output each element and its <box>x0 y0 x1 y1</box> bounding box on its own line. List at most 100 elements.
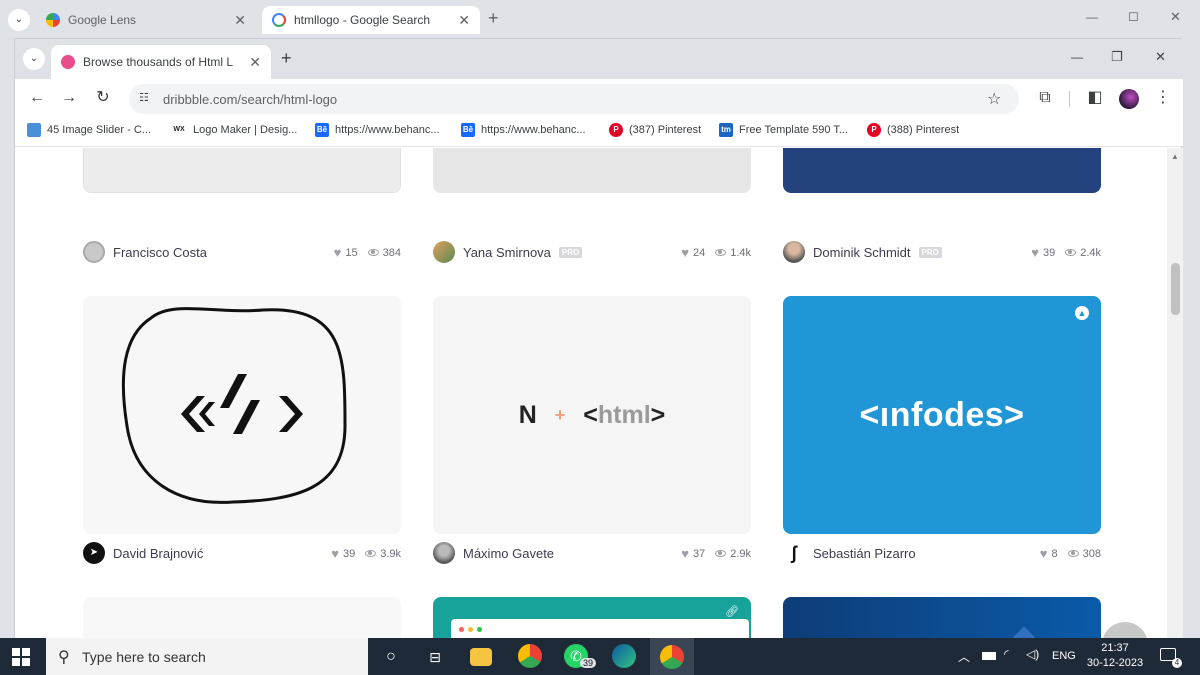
show-hidden-icons[interactable]: ︿ <box>958 648 970 665</box>
shot-thumbnail-browser-mockup[interactable]: 🔗︎ <box>433 597 751 639</box>
shot-thumbnail-code-logo[interactable] <box>83 296 401 534</box>
author-name[interactable]: Yana Smirnova <box>463 245 551 260</box>
shot-thumbnail[interactable] <box>83 597 401 639</box>
forward-icon[interactable]: → <box>57 86 81 110</box>
author-name[interactable]: Sebastián Pizarro <box>813 546 916 561</box>
behance-icon: Bē <box>461 123 475 137</box>
shot-thumbnail[interactable] <box>433 148 751 193</box>
bookmark-star-icon[interactable]: ☆ <box>987 89 1001 109</box>
avatar[interactable] <box>433 542 455 564</box>
bookmark-item[interactable]: P (387) Pinterest <box>609 123 701 137</box>
author-name[interactable]: David Brajnović <box>113 546 203 561</box>
active-app-highlight[interactable] <box>650 638 694 675</box>
avatar[interactable] <box>783 241 805 263</box>
volume-icon[interactable]: ◁) <box>1026 647 1039 661</box>
edge-icon[interactable] <box>612 644 636 668</box>
avatar[interactable] <box>433 241 455 263</box>
bookmark-item[interactable]: WX Logo Maker | Desig... <box>171 123 297 137</box>
close-icon[interactable]: ✕ <box>234 12 246 29</box>
language-indicator[interactable]: ENG <box>1052 650 1076 662</box>
mockup-dot <box>459 627 464 632</box>
avatar[interactable]: ➤ <box>83 542 105 564</box>
inner-tab-dribbble[interactable]: Browse thousands of Html Log ✕ <box>51 45 271 79</box>
network-icon[interactable]: ◜ <box>1004 647 1009 661</box>
shot-thumbnail[interactable] <box>783 148 1101 193</box>
notification-count: 4 <box>1172 658 1182 668</box>
outer-tab-title: htmllogo - Google Search <box>294 13 431 27</box>
author-name[interactable]: Francisco Costa <box>113 245 207 260</box>
author-name[interactable]: Dominik Schmidt <box>813 245 911 260</box>
outer-tab-google-lens[interactable]: Google Lens ✕ <box>36 6 256 34</box>
avatar[interactable]: ʃ <box>783 542 805 564</box>
extensions-icon[interactable]: ⧉ <box>1033 86 1057 110</box>
bookmark-label: Logo Maker | Desig... <box>193 124 298 136</box>
heart-icon[interactable]: ♥ <box>1031 245 1039 260</box>
bookmark-item[interactable]: Bē https://www.behanc... <box>315 123 440 137</box>
site-info-icon[interactable]: ☷ <box>139 91 149 104</box>
back-icon[interactable]: ← <box>25 86 49 110</box>
eye-icon <box>365 550 377 557</box>
windows-start-icon[interactable] <box>12 648 30 666</box>
heart-icon[interactable]: ♥ <box>1040 546 1048 561</box>
save-icon[interactable]: ▲ <box>1075 306 1089 320</box>
close-window-button[interactable]: ✕ <box>1155 49 1166 65</box>
scroll-to-top-button[interactable]: ↑ <box>1102 622 1148 639</box>
profile-avatar[interactable] <box>1119 89 1139 109</box>
file-explorer-icon[interactable] <box>470 648 492 666</box>
restore-button[interactable]: ❐ <box>1111 49 1123 65</box>
close-window-button[interactable]: ✕ <box>1170 9 1181 25</box>
mockup-dot <box>477 627 482 632</box>
page-scrollbar[interactable]: ▲ <box>1167 148 1183 639</box>
link-icon: 🔗︎ <box>725 606 739 618</box>
url-text: dribbble.com/search/html-logo <box>163 91 338 107</box>
shot-thumbnail[interactable] <box>83 148 401 193</box>
bookmark-item[interactable]: 45 Image Slider - C... <box>27 123 151 137</box>
side-panel-icon[interactable]: ◧ <box>1083 86 1107 110</box>
minimize-button[interactable]: — <box>1086 10 1098 24</box>
tab-search-button[interactable]: ⌄ <box>8 9 30 31</box>
chrome-icon[interactable] <box>518 644 542 668</box>
heart-icon[interactable]: ♥ <box>334 245 342 260</box>
widgets-icon[interactable]: ⊟ <box>422 644 448 670</box>
browser-window: ⌄ Browse thousands of Html Log ✕ + — ❐ ✕… <box>14 38 1183 639</box>
heart-icon[interactable]: ♥ <box>681 546 689 561</box>
heart-icon[interactable]: ♥ <box>331 546 339 561</box>
bookmark-label: Free Template 590 T... <box>739 124 849 136</box>
battery-icon[interactable] <box>982 652 996 660</box>
close-icon[interactable]: ✕ <box>249 54 261 71</box>
behance-icon: Bē <box>315 123 329 137</box>
pro-badge: PRO <box>918 246 942 258</box>
bookmark-item[interactable]: P (388) Pinterest <box>867 123 959 137</box>
view-count: 1.4k <box>730 246 751 259</box>
bookmark-item[interactable]: tm Free Template 590 T... <box>719 123 848 137</box>
minimize-button[interactable]: — <box>1071 50 1083 64</box>
dribbble-results: Francisco Costa ♥ 15 384 Yana Smirnova PR… <box>15 148 1167 639</box>
bookmark-item[interactable]: Bē https://www.behanc... <box>461 123 586 137</box>
avatar[interactable] <box>83 241 105 263</box>
menu-icon[interactable]: ⋮ <box>1151 86 1175 110</box>
reload-icon[interactable]: ↻ <box>91 86 115 110</box>
shot-thumbnail[interactable] <box>783 597 1101 639</box>
address-bar[interactable]: ☷ dribbble.com/search/html-logo ☆ <box>129 84 1019 114</box>
author-name[interactable]: Máximo Gavete <box>463 546 554 561</box>
scroll-up-arrow[interactable]: ▲ <box>1171 152 1179 161</box>
clock[interactable]: 21:37 30-12-2023 <box>1084 641 1146 671</box>
shot-thumbnail-html[interactable]: N + < html > <box>433 296 751 534</box>
taskbar-search[interactable]: ⚲ Type here to search <box>46 638 368 675</box>
like-count: 24 <box>692 246 706 259</box>
restore-button[interactable]: ◻ <box>1128 8 1139 24</box>
heart-icon[interactable]: ♥ <box>681 245 689 260</box>
task-view-icon[interactable]: ○ <box>378 644 404 670</box>
eye-icon <box>367 249 379 256</box>
tab-search-button[interactable]: ⌄ <box>23 48 45 70</box>
new-tab-button[interactable]: + <box>488 8 499 29</box>
windows-taskbar: ⚲ Type here to search ○ ⊟ ✆ 39 ︿ ◜ ◁) EN… <box>0 638 1200 675</box>
google-lens-icon <box>46 13 60 27</box>
close-icon[interactable]: ✕ <box>458 12 470 29</box>
shot-thumbnail-infodes[interactable]: <ınfodes> ▲ <box>783 296 1101 534</box>
bookmarks-bar: 45 Image Slider - C... WX Logo Maker | D… <box>15 117 1183 147</box>
html-close-bracket: > <box>650 400 666 429</box>
scroll-thumb[interactable] <box>1171 263 1180 315</box>
new-tab-button[interactable]: + <box>281 48 292 69</box>
outer-tab-google-search[interactable]: htmllogo - Google Search ✕ <box>262 6 480 34</box>
